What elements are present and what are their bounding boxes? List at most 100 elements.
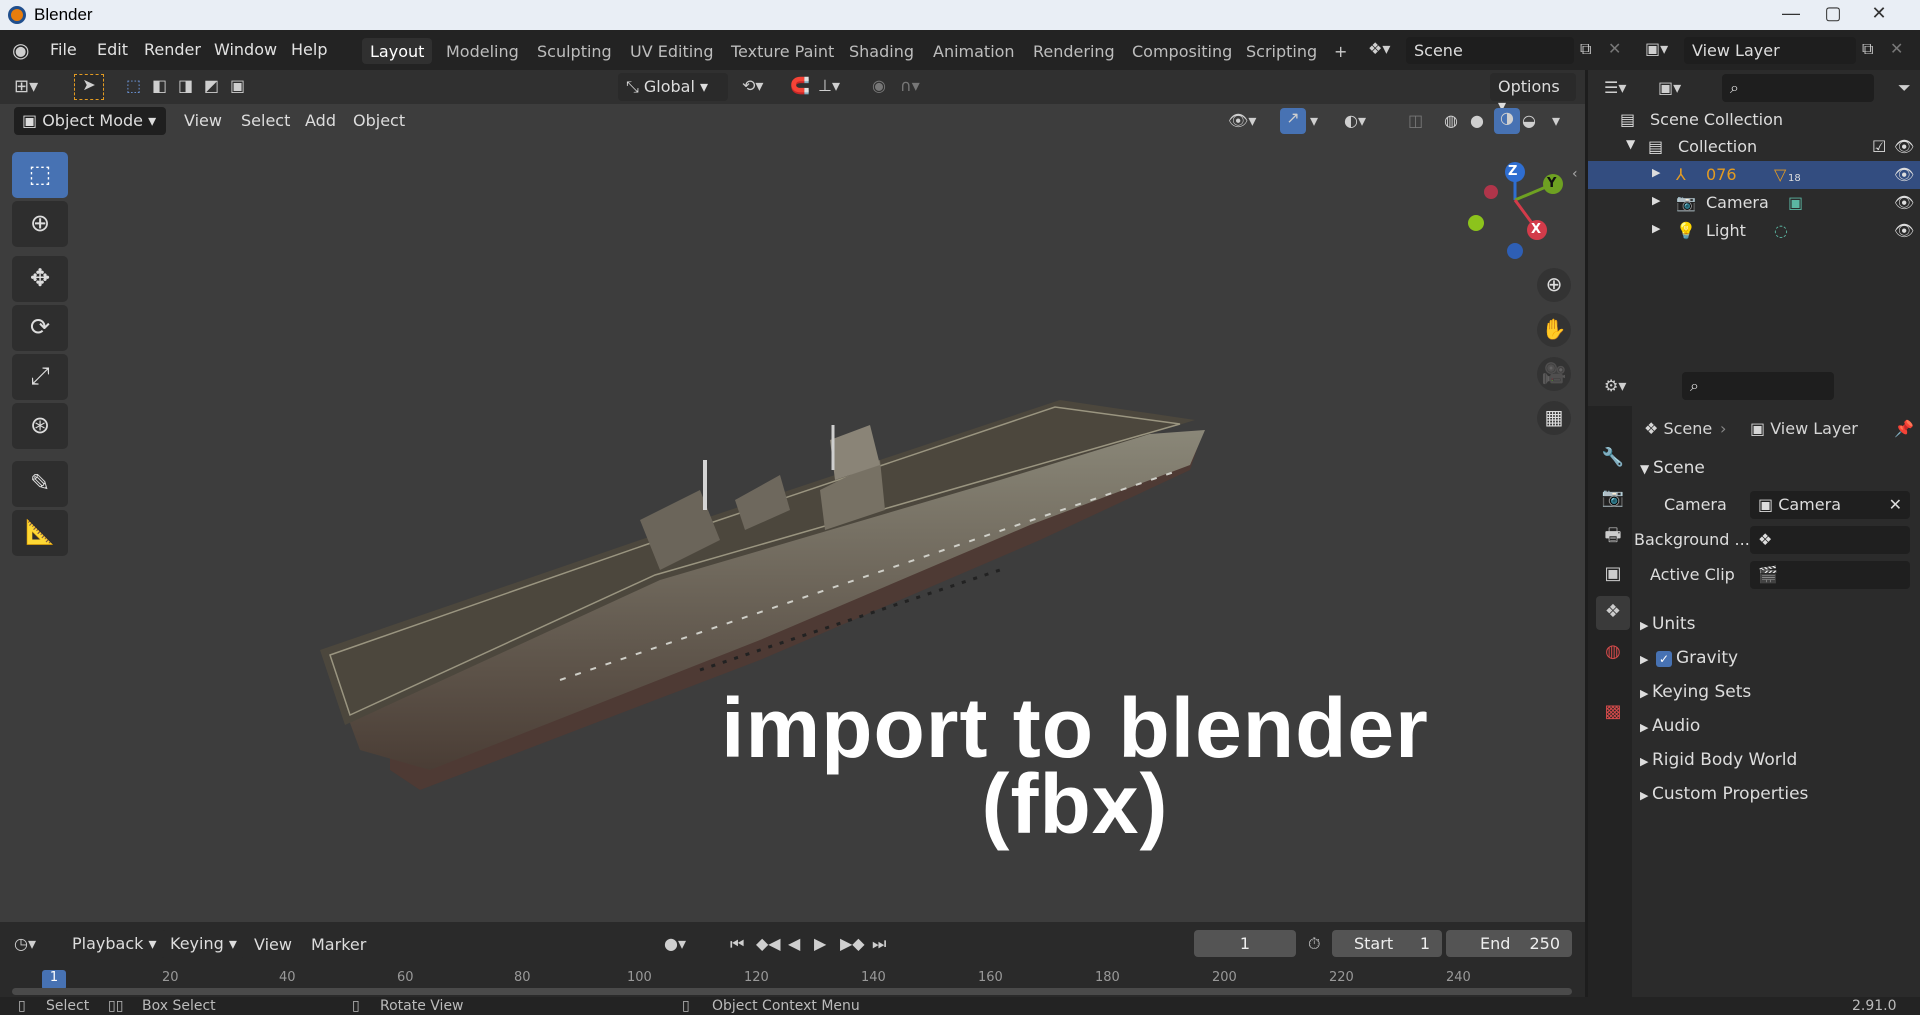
playhead-frame[interactable]: 1 xyxy=(42,970,66,990)
visibility-eye-icon[interactable]: 👁 xyxy=(1894,137,1914,156)
tool-tab-icon[interactable]: 🔧 xyxy=(1596,442,1630,476)
tab-sculpting[interactable]: Sculpting xyxy=(529,38,620,64)
render-tab-icon[interactable]: 📷 xyxy=(1596,482,1630,516)
minimize-button[interactable]: — xyxy=(1770,0,1812,28)
rotate-tool-icon[interactable]: ⟳ xyxy=(12,305,68,351)
record-icon[interactable]: ●▾ xyxy=(664,934,686,953)
select-mode-subtract-icon[interactable]: ◨ xyxy=(178,76,193,95)
editor-type-icon[interactable]: ⊞▾ xyxy=(14,76,38,97)
delete-scene-icon[interactable]: ✕ xyxy=(1608,39,1621,58)
annotate-tool-icon[interactable]: ✎ xyxy=(12,461,68,507)
tab-scripting[interactable]: Scripting xyxy=(1238,38,1325,64)
panel-audio[interactable]: ▶ Audio xyxy=(1640,716,1910,746)
scene-tab-icon[interactable]: ❖ xyxy=(1596,596,1630,630)
scene-selector-icon[interactable]: ❖▾ xyxy=(1368,39,1390,58)
marker-menu[interactable]: Marker xyxy=(311,935,366,954)
exclude-checkbox-icon[interactable]: ☑ xyxy=(1872,137,1886,156)
menu-help[interactable]: Help xyxy=(291,40,327,59)
select-box-tool-icon[interactable]: ⬚ xyxy=(12,152,68,198)
camera-property-field[interactable]: ▣ Camera ✕ xyxy=(1750,491,1910,519)
view-layer-tab-icon[interactable]: ▣ xyxy=(1596,558,1630,592)
snap-icon[interactable]: 🧲 xyxy=(790,76,810,95)
cursor-tool-icon[interactable]: ⊕ xyxy=(12,201,68,247)
panel-keying-sets[interactable]: ▶ Keying Sets xyxy=(1640,682,1910,712)
prev-keyframe-icon[interactable]: ◆◀ xyxy=(756,934,781,953)
shading-dropdown-icon[interactable]: ▾ xyxy=(1552,111,1560,130)
menu-edit[interactable]: Edit xyxy=(97,40,128,59)
collapse-arrow-icon[interactable]: ▼ xyxy=(1626,137,1635,151)
properties-editor-icon[interactable]: ⚙▾ xyxy=(1604,376,1626,395)
keying-menu[interactable]: Keying ▾ xyxy=(162,930,245,958)
outliner-row-collection[interactable]: ▼ ▤ Collection ☑ 👁 xyxy=(1588,133,1920,161)
scene-name-field[interactable]: Scene xyxy=(1406,37,1574,64)
tab-shading[interactable]: Shading xyxy=(841,38,922,64)
panel-custom-properties[interactable]: ▶ Custom Properties xyxy=(1640,784,1910,814)
tab-layout[interactable]: Layout xyxy=(362,38,433,64)
menu-select[interactable]: Select xyxy=(241,111,290,130)
select-mode-difference-icon[interactable]: ◩ xyxy=(204,76,219,95)
timeline-editor-icon[interactable]: ◷▾ xyxy=(14,934,36,953)
properties-search-input[interactable]: ⌕ xyxy=(1682,372,1834,400)
snap-target-icon[interactable]: ⊥▾ xyxy=(818,76,840,95)
delete-view-layer-icon[interactable]: ✕ xyxy=(1890,39,1903,58)
jump-end-icon[interactable]: ⏭ xyxy=(872,934,886,954)
panel-gravity[interactable]: ▶ ✓ Gravity xyxy=(1640,648,1910,678)
move-tool-icon[interactable]: ✥ xyxy=(12,256,68,302)
panel-scene-header[interactable]: ▼ Scene xyxy=(1640,458,1910,488)
rendered-shading-icon[interactable]: ◒ xyxy=(1522,111,1536,130)
measure-tool-icon[interactable]: 📐 xyxy=(12,510,68,556)
visibility-eye-icon[interactable]: 👁 xyxy=(1894,193,1914,212)
menu-file[interactable]: File xyxy=(50,40,77,59)
start-frame-field[interactable]: Start 1 xyxy=(1332,930,1442,957)
panel-rigid-body-world[interactable]: ▶ Rigid Body World xyxy=(1640,750,1910,780)
tab-rendering[interactable]: Rendering xyxy=(1025,38,1123,64)
xray-icon[interactable]: ◫ xyxy=(1408,111,1423,130)
tab-texture-paint[interactable]: Texture Paint xyxy=(723,38,842,64)
tab-animation[interactable]: Animation xyxy=(925,38,1023,64)
view-layer-name-field[interactable]: View Layer xyxy=(1684,37,1856,64)
visibility-icon[interactable]: 👁▾ xyxy=(1228,111,1256,130)
gizmo-dropdown-icon[interactable]: ▾ xyxy=(1310,111,1318,130)
expand-arrow-icon[interactable]: ▶ xyxy=(1652,194,1660,207)
overlays-icon[interactable]: ◐▾ xyxy=(1344,111,1366,130)
select-mode-extend-icon[interactable]: ◧ xyxy=(152,76,167,95)
end-frame-field[interactable]: End 250 xyxy=(1446,930,1572,957)
filter-icon[interactable]: ⏷ xyxy=(1898,78,1911,98)
clear-camera-icon[interactable]: ✕ xyxy=(1889,495,1902,514)
select-tool-icon[interactable]: ➤ xyxy=(74,74,104,100)
transform-orientation-select[interactable]: ⤡ Global ▾ xyxy=(618,73,728,101)
outliner-row-camera[interactable]: ▶ 📷 Camera ▣ 👁 xyxy=(1588,189,1920,217)
output-tab-icon[interactable]: 🖶 xyxy=(1596,520,1630,554)
wireframe-shading-icon[interactable]: ◍ xyxy=(1444,111,1458,130)
play-icon[interactable]: ▶ xyxy=(814,934,826,953)
outliner-row-scene-collection[interactable]: ▤ Scene Collection xyxy=(1588,106,1920,134)
timeline-scrollbar[interactable] xyxy=(12,988,1572,995)
proportional-edit-icon[interactable]: ◉ xyxy=(872,76,886,95)
visibility-eye-icon[interactable]: 👁 xyxy=(1894,165,1914,184)
outliner-row-076[interactable]: ▶ ⅄ 076 ▽ 18 👁 xyxy=(1588,161,1920,189)
pivot-point-icon[interactable]: ⟲▾ xyxy=(742,76,763,95)
zoom-icon[interactable]: ⊕ xyxy=(1537,268,1571,302)
add-workspace-button[interactable]: + xyxy=(1326,38,1355,64)
playback-menu[interactable]: Playback ▾ xyxy=(64,930,165,958)
frame-ruler[interactable]: 1 20 40 60 80 100 120 140 160 180 200 22… xyxy=(12,970,1572,1000)
pan-hand-icon[interactable]: ✋ xyxy=(1537,313,1571,347)
sidebar-toggle-icon[interactable]: ‹ xyxy=(1572,166,1578,182)
object-mode-select[interactable]: ▣ Object Mode ▾ xyxy=(14,107,166,135)
panel-units[interactable]: ▶ Units xyxy=(1640,614,1910,644)
visibility-eye-icon[interactable]: 👁 xyxy=(1894,221,1914,240)
active-clip-field[interactable]: 🎬 xyxy=(1750,561,1910,589)
gravity-checkbox[interactable]: ✓ xyxy=(1655,651,1672,667)
display-mode-icon[interactable]: ▣▾ xyxy=(1658,78,1681,97)
menu-window[interactable]: Window xyxy=(214,40,277,59)
blender-menu-icon[interactable]: ◉ xyxy=(12,38,29,62)
tab-modeling[interactable]: Modeling xyxy=(438,38,527,64)
outliner-search-input[interactable]: ⌕ xyxy=(1722,74,1874,102)
select-mode-intersect-icon[interactable]: ▣ xyxy=(230,76,245,95)
world-tab-icon[interactable]: ◍ xyxy=(1596,636,1630,670)
outliner-row-light[interactable]: ▶ 💡 Light ◌ 👁 xyxy=(1588,217,1920,245)
next-keyframe-icon[interactable]: ▶◆ xyxy=(840,934,865,953)
jump-start-icon[interactable]: ⏮ xyxy=(730,934,744,954)
new-scene-icon[interactable]: ⧉ xyxy=(1580,39,1591,59)
transform-tool-icon[interactable]: ⊛ xyxy=(12,403,68,449)
